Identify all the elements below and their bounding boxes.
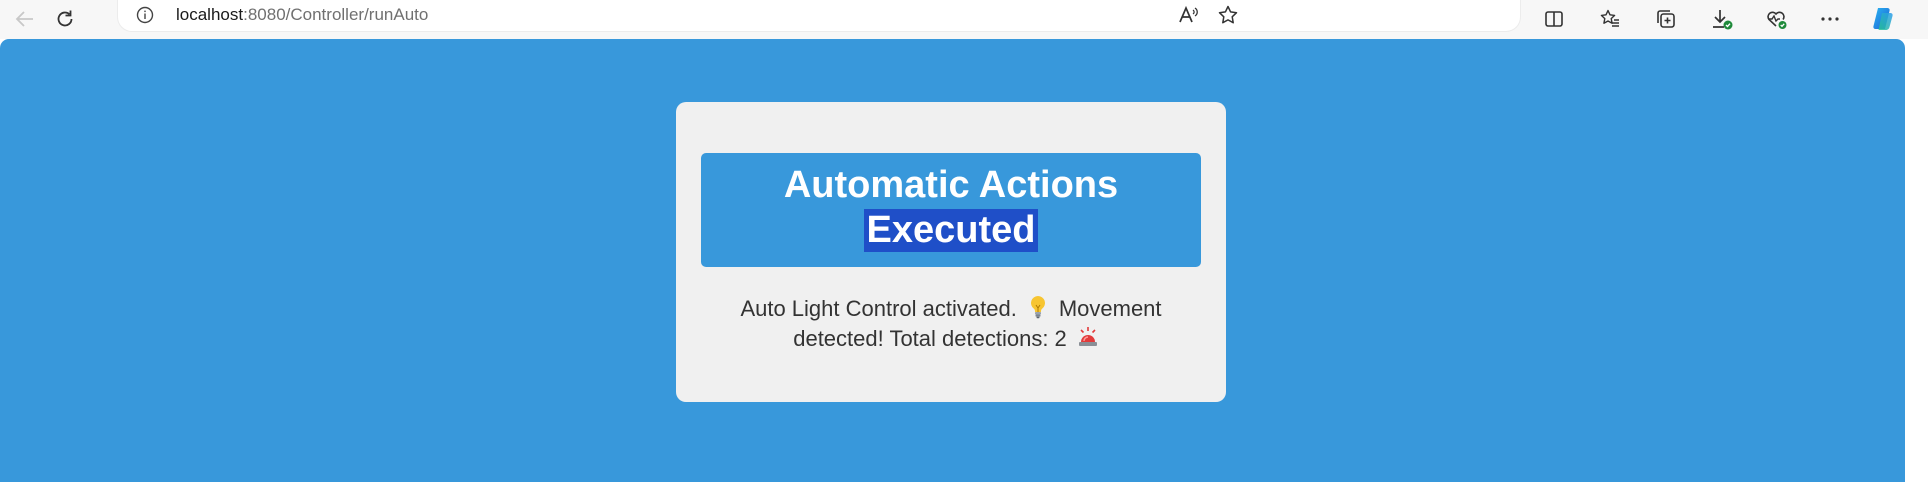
lightbulb-icon [1027,294,1049,320]
favorite-star-icon[interactable] [1211,0,1245,32]
collections-icon[interactable] [1649,2,1683,36]
page-viewport: Automatic Actions Executed Auto Light Co… [0,39,1905,482]
copilot-icon[interactable] [1866,2,1900,36]
refresh-icon[interactable] [48,2,82,36]
page-title-line-1: Automatic Actions [783,164,1119,206]
downloads-icon[interactable] [1705,2,1739,36]
page-title-line-2-selected: Executed [863,209,1039,252]
browser-essentials-icon[interactable] [1759,2,1793,36]
police-light-icon [1077,324,1099,350]
info-icon[interactable] [136,6,154,24]
result-card: Automatic Actions Executed Auto Light Co… [676,102,1226,402]
favorites-icon[interactable] [1593,2,1627,36]
address-bar[interactable]: localhost:8080/Controller/runAuto [118,0,1520,31]
back-icon[interactable] [8,2,42,36]
title-banner: Automatic Actions Executed [701,153,1201,267]
more-icon[interactable] [1813,2,1847,36]
browser-toolbar: localhost:8080/Controller/runAuto [0,0,1928,39]
split-screen-icon[interactable] [1537,2,1571,36]
message-part-1: Auto Light Control activated. [740,296,1017,321]
url-text: localhost:8080/Controller/runAuto [176,5,429,24]
status-message: Auto Light Control activated. Movement de… [706,294,1196,354]
read-aloud-icon[interactable] [1171,0,1205,32]
